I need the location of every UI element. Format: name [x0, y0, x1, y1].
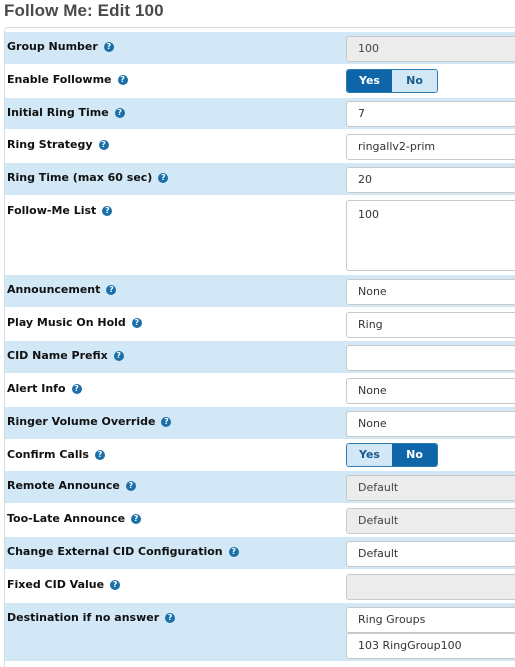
destination-type-select[interactable]: Ring Groups — [346, 607, 515, 633]
row-group-number: Group Number? 100 — [5, 31, 515, 64]
ring-time-input[interactable]: 20 — [346, 167, 515, 193]
help-icon[interactable]: ? — [94, 450, 105, 460]
initial-ring-time-select[interactable]: 7 — [346, 101, 515, 127]
help-icon[interactable]: ? — [131, 318, 142, 328]
help-icon[interactable]: ? — [102, 206, 113, 216]
row-confirm-calls: Confirm Calls? Yes No — [5, 439, 515, 470]
announcement-select[interactable]: None — [346, 279, 515, 305]
confirm-calls-yes[interactable]: Yes — [347, 444, 392, 466]
label-enable-followme: Enable Followme? — [7, 73, 128, 86]
label-too-late-announce: Too-Late Announce? — [7, 512, 142, 525]
followme-list-textarea[interactable]: 100 — [346, 200, 515, 271]
label-followme-list: Follow-Me List? — [7, 204, 113, 217]
row-destination: Destination if no answer? Ring Groups 10… — [5, 602, 515, 661]
label-announcement: Announcement? — [7, 283, 117, 296]
label-destination: Destination if no answer? — [7, 611, 176, 624]
row-initial-ring-time: Initial Ring Time? 7 — [5, 97, 515, 129]
help-icon[interactable]: ? — [71, 384, 82, 394]
label-confirm-calls: Confirm Calls? — [7, 448, 105, 461]
label-ring-strategy: Ring Strategy? — [7, 138, 109, 151]
help-icon[interactable]: ? — [125, 481, 136, 491]
too-late-announce-select: Default — [346, 508, 515, 534]
confirm-calls-no[interactable]: No — [392, 444, 437, 466]
row-too-late-announce: Too-Late Announce? Default — [5, 503, 515, 536]
help-icon[interactable]: ? — [106, 285, 117, 295]
help-icon[interactable]: ? — [110, 580, 121, 590]
row-announcement: Announcement? None — [5, 274, 515, 307]
ringer-volume-select[interactable]: None — [346, 411, 515, 437]
help-icon[interactable]: ? — [158, 173, 169, 183]
label-ring-time: Ring Time (max 60 sec)? — [7, 171, 169, 184]
help-icon[interactable]: ? — [228, 547, 239, 557]
ring-strategy-select[interactable]: ringallv2-prim — [346, 134, 515, 160]
music-on-hold-select[interactable]: Ring — [346, 312, 515, 338]
external-cid-select[interactable]: Default — [346, 541, 515, 567]
label-alert-info: Alert Info? — [7, 382, 82, 395]
row-remote-announce: Remote Announce? Default — [5, 470, 515, 503]
help-icon[interactable]: ? — [114, 108, 125, 118]
label-external-cid: Change External CID Configuration? — [7, 545, 239, 558]
label-group-number: Group Number? — [7, 40, 114, 53]
fixed-cid-input — [346, 574, 515, 600]
label-fixed-cid: Fixed CID Value? — [7, 578, 121, 591]
remote-announce-select: Default — [346, 475, 515, 501]
help-icon[interactable]: ? — [131, 514, 142, 524]
help-icon[interactable]: ? — [113, 351, 124, 361]
enable-followme-no[interactable]: No — [392, 70, 437, 92]
confirm-calls-toggle: Yes No — [346, 443, 438, 467]
label-initial-ring-time: Initial Ring Time? — [7, 106, 125, 119]
enable-followme-yes[interactable]: Yes — [347, 70, 392, 92]
row-music-on-hold: Play Music On Hold? Ring — [5, 307, 515, 340]
row-alert-info: Alert Info? None — [5, 373, 515, 406]
help-icon[interactable]: ? — [103, 42, 114, 52]
help-icon[interactable]: ? — [98, 140, 109, 150]
label-ringer-volume: Ringer Volume Override? — [7, 415, 172, 428]
help-icon[interactable]: ? — [165, 613, 176, 623]
alert-info-select[interactable]: None — [346, 378, 515, 404]
destination-target-select[interactable]: 103 RingGroup100 — [346, 633, 515, 659]
row-fixed-cid: Fixed CID Value? — [5, 569, 515, 602]
row-enable-followme: Enable Followme? Yes No — [5, 64, 515, 97]
page-title: Follow Me: Edit 100 — [4, 1, 164, 20]
help-icon[interactable]: ? — [161, 417, 172, 427]
row-external-cid: Change External CID Configuration? Defau… — [5, 536, 515, 569]
label-cid-name-prefix: CID Name Prefix? — [7, 349, 124, 362]
row-ring-strategy: Ring Strategy? ringallv2-prim — [5, 129, 515, 162]
row-ring-time: Ring Time (max 60 sec)? 20 — [5, 162, 515, 195]
enable-followme-toggle: Yes No — [346, 69, 438, 93]
cid-name-prefix-input[interactable] — [346, 345, 515, 371]
label-music-on-hold: Play Music On Hold? — [7, 316, 142, 329]
row-cid-name-prefix: CID Name Prefix? — [5, 340, 515, 373]
label-remote-announce: Remote Announce? — [7, 479, 136, 492]
row-ringer-volume: Ringer Volume Override? None — [5, 406, 515, 439]
group-number-field: 100 — [346, 36, 515, 62]
help-icon[interactable]: ? — [117, 75, 128, 85]
row-followme-list: Follow-Me List? 100 — [5, 195, 515, 274]
